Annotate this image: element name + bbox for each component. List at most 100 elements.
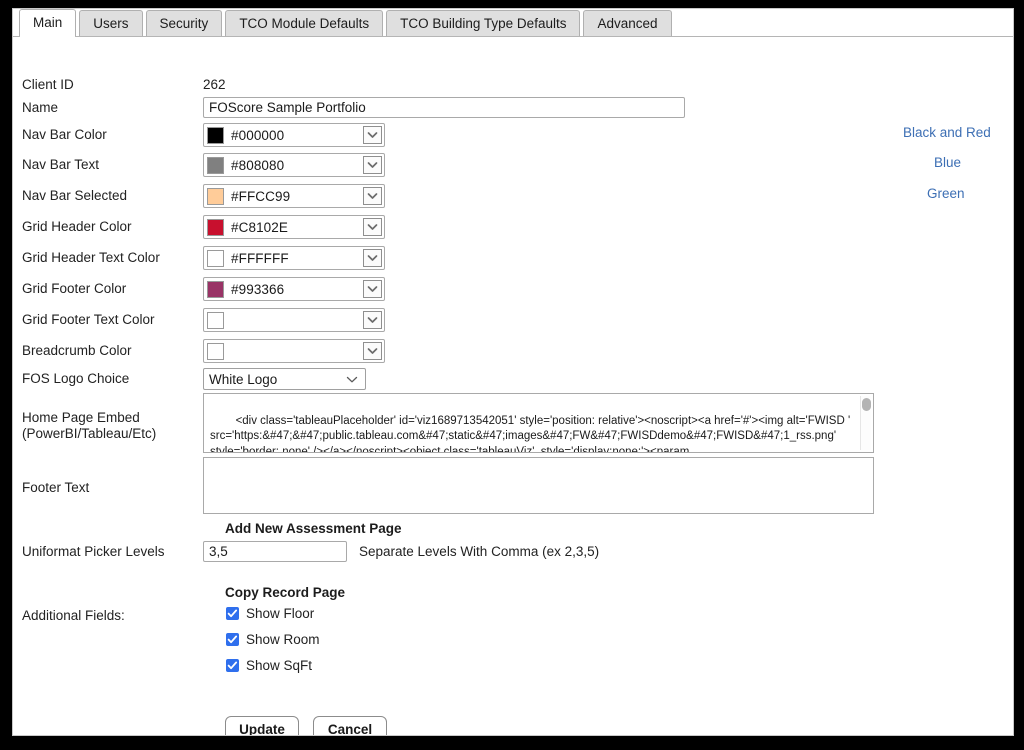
tab-label: Main [33,15,63,30]
grid-footer-color-label: Grid Footer Color [22,281,127,296]
resize-grip-icon[interactable] [861,501,872,512]
field-footer-text: Footer Text [13,457,874,514]
resize-grip-icon[interactable] [861,440,872,451]
chevron-down-icon[interactable] [363,126,382,144]
chevron-down-icon[interactable] [363,218,382,236]
chevron-down-icon[interactable] [363,187,382,205]
field-grid-footer-color: Grid Footer Color #993366 [13,277,385,301]
checkbox-show-floor[interactable]: Show Floor [226,606,314,621]
field-home-page-embed: Home Page Embed (PowerBI/Tableau/Etc) <d… [13,393,874,453]
page-content: Main Users Security TCO Module Defaults … [12,8,1014,736]
client-id-value: 262 [203,77,226,92]
add-new-assessment-page-heading: Add New Assessment Page [225,521,402,536]
main-settings-form: Client ID 262 Name Nav Bar Color #000000… [13,37,1013,735]
grid-footer-text-color-label: Grid Footer Text Color [22,312,155,327]
cancel-button[interactable]: Cancel [313,716,387,735]
tab-main[interactable]: Main [19,9,77,37]
tab-label: TCO Module Defaults [239,16,370,31]
color-swatch [207,156,224,174]
nav-bar-text-color-picker[interactable]: #808080 [203,153,385,177]
field-grid-footer-text-color: Grid Footer Text Color [13,308,385,332]
grid-footer-text-color-picker[interactable] [203,308,385,332]
tab-users[interactable]: Users [79,10,143,36]
grid-header-color-value: #C8102E [231,219,288,235]
checkbox-label: Show Floor [246,606,315,621]
preset-link-blue[interactable]: Blue [934,155,961,170]
fos-logo-choice-value: White Logo [209,371,278,387]
color-swatch [207,280,224,298]
uniformat-picker-levels-input[interactable] [203,541,347,562]
nav-bar-selected-value: #FFCC99 [231,188,291,204]
field-name: Name [13,97,685,118]
chevron-down-icon[interactable] [363,249,382,267]
checkbox-show-room[interactable]: Show Room [226,632,320,647]
nav-bar-color-label: Nav Bar Color [22,127,107,142]
nav-bar-color-value: #000000 [231,127,285,143]
tab-label: TCO Building Type Defaults [400,16,567,31]
field-uniformat-picker-levels: Uniformat Picker Levels Separate Levels … [13,541,599,562]
copy-record-page-heading: Copy Record Page [225,585,346,600]
color-swatch [207,311,224,329]
breadcrumb-color-label: Breadcrumb Color [22,343,132,358]
checkbox-input[interactable] [226,659,239,672]
nav-bar-text-value: #808080 [231,157,285,173]
scrollbar-thumb[interactable] [862,398,871,411]
breadcrumb-color-picker[interactable] [203,339,385,363]
checkbox-input[interactable] [226,633,239,646]
chevron-down-icon [346,372,358,387]
color-swatch [207,187,224,205]
grid-footer-color-picker[interactable]: #993366 [203,277,385,301]
name-input[interactable] [203,97,685,118]
tab-advanced[interactable]: Advanced [583,10,672,36]
uniformat-helper-text: Separate Levels With Comma (ex 2,3,5) [359,544,600,559]
home-page-embed-value: <div class='tableauPlaceholder' id='viz1… [210,414,854,453]
grid-header-text-color-value: #FFFFFF [231,250,289,266]
grid-footer-color-value: #993366 [231,281,285,297]
nav-bar-selected-color-picker[interactable]: #FFCC99 [203,184,385,208]
home-page-embed-label: Home Page Embed (PowerBI/Tableau/Etc) [22,410,157,441]
nav-bar-color-picker[interactable]: #000000 [203,123,385,147]
uniformat-picker-levels-label: Uniformat Picker Levels [22,544,165,559]
tab-label: Users [93,16,129,31]
update-button[interactable]: Update [225,716,299,735]
grid-header-text-color-label: Grid Header Text Color [22,250,160,265]
client-id-label: Client ID [22,77,74,92]
field-breadcrumb-color: Breadcrumb Color [13,339,385,363]
field-grid-header-color: Grid Header Color #C8102E [13,215,385,239]
checkbox-input[interactable] [226,607,239,620]
grid-header-color-picker[interactable]: #C8102E [203,215,385,239]
preset-link-green[interactable]: Green [927,186,965,201]
window-frame: Main Users Security TCO Module Defaults … [0,0,1024,750]
tab-label: Advanced [597,16,658,31]
preset-link-black-and-red[interactable]: Black and Red [903,125,991,140]
color-swatch [207,249,224,267]
tab-label: Security [159,16,209,31]
checkbox-show-sqft[interactable]: Show SqFt [226,658,312,673]
field-client-id: Client ID 262 [13,77,226,93]
fos-logo-choice-label: FOS Logo Choice [22,371,130,386]
home-page-embed-textarea[interactable]: <div class='tableauPlaceholder' id='viz1… [203,393,874,453]
chevron-down-icon[interactable] [363,311,382,329]
field-nav-bar-color: Nav Bar Color #000000 [13,123,385,147]
color-swatch [207,218,224,236]
chevron-down-icon[interactable] [363,280,382,298]
field-grid-header-text-color: Grid Header Text Color #FFFFFF [13,246,385,270]
checkbox-label: Show SqFt [246,658,313,673]
tab-security[interactable]: Security [145,10,223,36]
nav-bar-text-label: Nav Bar Text [22,157,100,172]
chevron-down-icon[interactable] [363,156,382,174]
tab-tco-building-type-defaults[interactable]: TCO Building Type Defaults [386,10,581,36]
fos-logo-choice-select[interactable]: White Logo [203,368,366,390]
tab-bar: Main Users Security TCO Module Defaults … [13,9,1013,37]
chevron-down-icon[interactable] [363,342,382,360]
footer-text-label: Footer Text [22,480,90,495]
grid-header-text-color-picker[interactable]: #FFFFFF [203,246,385,270]
checkbox-label: Show Room [246,632,320,647]
nav-bar-selected-label: Nav Bar Selected [22,188,128,203]
field-nav-bar-selected: Nav Bar Selected #FFCC99 [13,184,385,208]
tab-tco-module-defaults[interactable]: TCO Module Defaults [225,10,384,36]
field-fos-logo-choice: FOS Logo Choice White Logo [13,368,366,390]
footer-text-textarea[interactable] [203,457,874,514]
additional-fields-label: Additional Fields: [22,608,125,623]
name-label: Name [22,100,59,115]
